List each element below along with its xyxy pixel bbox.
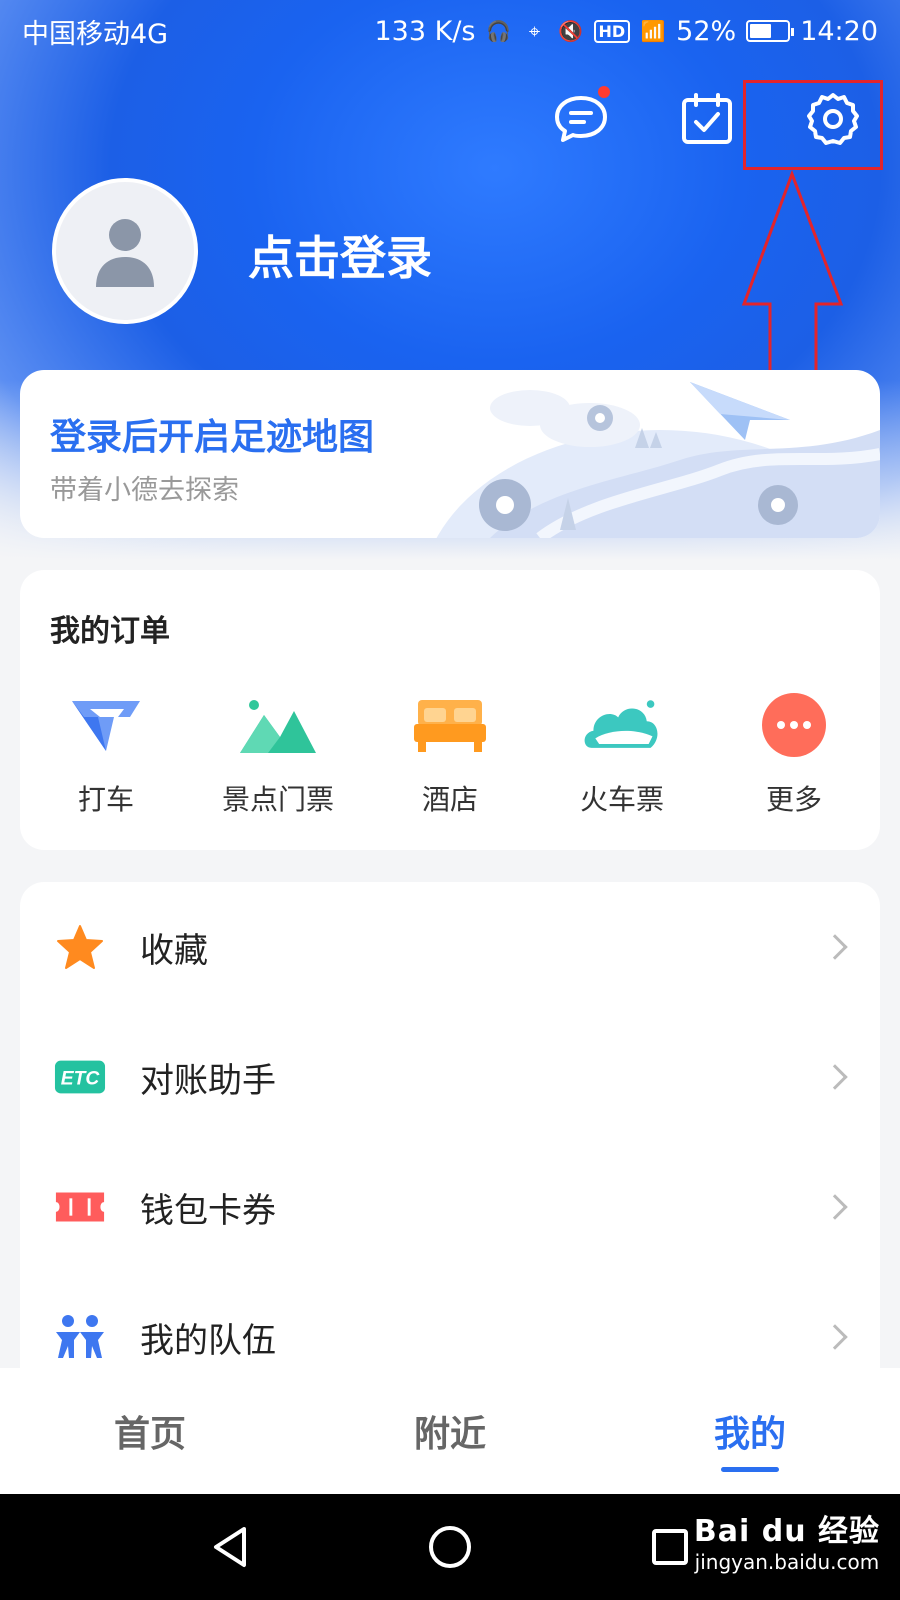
- order-item-scenic-ticket[interactable]: 景点门票: [192, 690, 364, 818]
- checkin-button[interactable]: [670, 82, 744, 156]
- orders-title: 我的订单: [50, 614, 170, 649]
- chevron-right-icon: [822, 1064, 848, 1090]
- user-placeholder-icon: [96, 219, 154, 287]
- recents-square-icon: [652, 1529, 688, 1565]
- location-icon: ⌖: [528, 19, 541, 43]
- order-item-label: 酒店: [421, 783, 478, 816]
- tab-mine[interactable]: 我的: [600, 1368, 900, 1494]
- watermark-main: Bai du 经验: [693, 1514, 880, 1549]
- menu-item-label: 对账助手: [140, 1060, 276, 1101]
- order-item-label: 打车: [77, 783, 134, 816]
- menu-item-reconciliation[interactable]: ETC 对账助手: [20, 1012, 880, 1142]
- menu-item-favorites[interactable]: 收藏: [20, 882, 880, 1012]
- hotel-icon: [414, 700, 486, 752]
- order-item-label: 景点门票: [221, 783, 334, 816]
- chevron-right-icon: [822, 934, 848, 960]
- calendar-check-icon: [682, 93, 732, 144]
- chevron-right-icon: [822, 1194, 848, 1220]
- avatar[interactable]: [52, 178, 198, 324]
- tab-home[interactable]: 首页: [0, 1368, 300, 1494]
- order-shortcuts: 打车 景点门票 酒店 火车票 更多: [20, 690, 880, 818]
- carrier-label: 中国移动4G: [22, 18, 169, 50]
- back-triangle-icon: [214, 1527, 246, 1567]
- wifi-icon: 📶: [640, 19, 666, 43]
- mute-icon: 🔇: [558, 19, 583, 43]
- login-link[interactable]: 点击登录: [248, 222, 432, 288]
- menu-item-wallet[interactable]: 钱包卡券: [20, 1142, 880, 1272]
- status-bar: 中国移动4G 133 K/s 🎧 ⌖ 🔇 HD 📶 52% 14:20: [0, 0, 900, 62]
- footprint-map-card[interactable]: 登录后开启足迹地图 带着小德去探索: [20, 370, 880, 538]
- baidu-jingyan-watermark: Bai du 经验 jingyan.baidu.com: [694, 1506, 880, 1574]
- coupon-icon: [55, 1192, 105, 1222]
- notification-dot: [598, 86, 610, 98]
- menu-item-label: 钱包卡券: [140, 1190, 276, 1231]
- footprint-map-illustration: [436, 382, 880, 538]
- order-item-hotel[interactable]: 酒店: [364, 690, 536, 818]
- star-icon: [57, 925, 103, 969]
- home-circle-icon: [429, 1526, 471, 1568]
- tab-nearby[interactable]: 附近: [300, 1368, 600, 1494]
- menu-item-label: 我的队伍: [140, 1320, 276, 1361]
- order-item-taxi[interactable]: 打车: [20, 690, 192, 818]
- battery-icon: [746, 20, 795, 42]
- clock: 14:20: [800, 15, 878, 47]
- footprint-title: 登录后开启足迹地图: [50, 417, 375, 458]
- more-icon: [762, 693, 826, 757]
- battery-percent: 52%: [676, 15, 737, 47]
- annotation-highlight-box: [743, 80, 883, 170]
- nav-back-button[interactable]: [200, 1517, 260, 1577]
- nav-recents-button[interactable]: [640, 1517, 700, 1577]
- nav-home-button[interactable]: [420, 1517, 480, 1577]
- order-item-train-ticket[interactable]: 火车票: [536, 690, 708, 818]
- train-ticket-icon: [584, 700, 658, 748]
- message-button[interactable]: [544, 82, 618, 156]
- hd-badge: HD: [593, 19, 631, 43]
- order-item-label: 火车票: [579, 783, 664, 816]
- footprint-subtitle: 带着小德去探索: [50, 475, 239, 506]
- order-item-label: 更多: [765, 783, 822, 816]
- order-item-more[interactable]: 更多: [708, 690, 880, 818]
- team-icon: [56, 1315, 104, 1358]
- etc-icon: ETC: [54, 1060, 106, 1094]
- menu-item-label: 收藏: [140, 930, 208, 971]
- network-speed: 133 K/s: [374, 15, 476, 47]
- scenic-ticket-icon: [240, 700, 316, 753]
- headphone-icon: 🎧: [486, 19, 511, 43]
- svg-text:ETC: ETC: [61, 1069, 101, 1090]
- chevron-right-icon: [822, 1324, 848, 1350]
- menu-list: 收藏 ETC 对账助手 钱包卡券 我的队伍: [20, 882, 880, 1402]
- message-icon: [555, 96, 607, 142]
- my-orders-card: 我的订单 打车 景点门票 酒店 火车票 更多: [20, 570, 880, 850]
- taxi-icon: [72, 701, 140, 751]
- watermark-sub: jingyan.baidu.com: [694, 1550, 880, 1574]
- bottom-tab-bar: 首页 附近 我的: [0, 1368, 900, 1494]
